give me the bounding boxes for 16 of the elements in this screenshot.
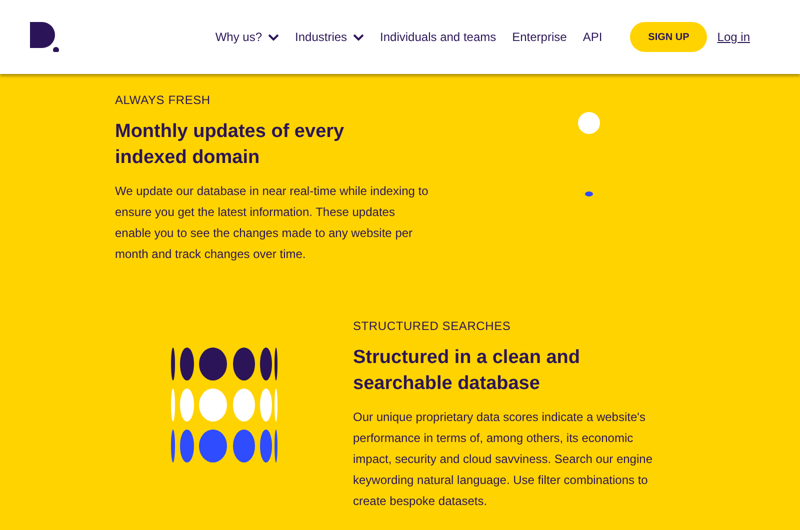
chevron-down-icon [353, 34, 364, 40]
sign-up-button[interactable]: SIGN UP [630, 22, 708, 52]
logo-icon[interactable] [30, 22, 61, 52]
section-title: Monthly updates of every indexed domain [115, 120, 346, 170]
section-body: Our unique proprietary data scores indicate a website's performance in terms of, among others, its economic impact, security and cloud savviness. Search our engine keywording natural language. Use filter combinations to create bespoke datasets. [353, 409, 654, 510]
section-title: Structured in a clean and searchable database [353, 346, 581, 396]
nav-link[interactable]: Industries [295, 28, 364, 46]
log-in-link[interactable]: Log in [717, 28, 750, 46]
nav-link[interactable]: Enterprise [512, 28, 567, 46]
section-body: We update our database in near real-time while indexing to ensure you get the latest information. These updates enable you to see the changes made to any website per month and track changes over time. [115, 183, 430, 263]
section-eyebrow: ALWAYS FRESH [115, 92, 212, 109]
chevron-down-icon [268, 34, 280, 40]
nav-link[interactable]: Why us? [215, 28, 280, 46]
section-eyebrow: STRUCTURED SEARCHES [353, 318, 512, 335]
nav-link[interactable]: Individuals and teams [380, 28, 496, 46]
nav-link[interactable]: API [582, 28, 602, 46]
